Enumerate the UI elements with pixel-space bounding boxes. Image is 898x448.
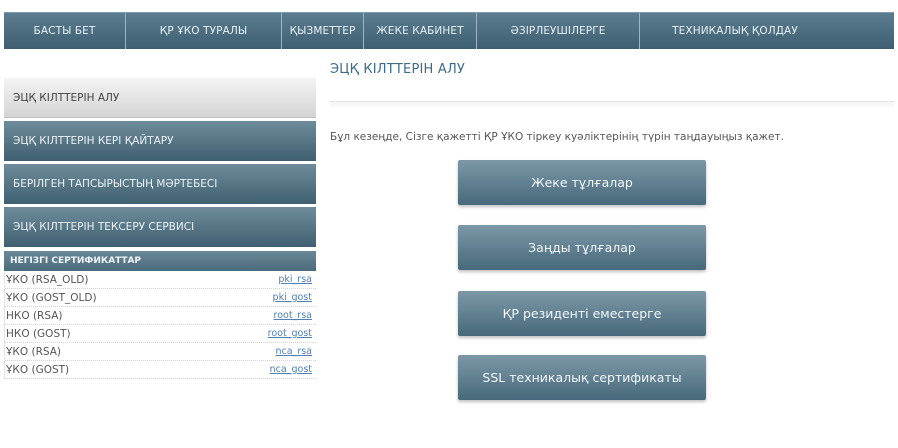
nav-item-services[interactable]: Қызметтер — [282, 13, 364, 49]
certificate-link[interactable]: root_gost — [268, 328, 312, 339]
instruction-text: Бұл кезеңде, Сізге қажетті ҚР ҰКО тіркеу… — [330, 131, 784, 143]
sidebar: ЭЦҚ кілттерін алу ЭЦҚ кілттерін кері қай… — [4, 78, 316, 379]
nav-item-developers[interactable]: Әзірлеушілерге — [477, 13, 640, 49]
certificate-row: ҰКО (RSA_OLD) pki_rsa — [5, 271, 316, 289]
sidebar-item-revoke-keys[interactable]: ЭЦҚ кілттерін кері қайтару — [4, 121, 316, 161]
certificate-link[interactable]: pki_rsa — [278, 274, 312, 285]
legal-entities-button[interactable]: Заңды тұлғалар — [458, 225, 706, 270]
certificate-link[interactable]: pki_gost — [273, 292, 312, 303]
certificate-row: НКО (RSA) root_rsa — [5, 307, 316, 325]
sidebar-item-check-keys-service[interactable]: ЭЦҚ кілттерін тексеру сервисі — [4, 207, 316, 247]
certificate-row: ҰКО (GOST_OLD) pki_gost — [5, 289, 316, 307]
ssl-certificate-button[interactable]: SSL техникалық сертификаты — [458, 355, 706, 400]
certificates-list: ҰКО (RSA_OLD) pki_rsa ҰКО (GOST_OLD) pki… — [4, 271, 316, 379]
certificate-name: ҰКО (GOST) — [6, 363, 70, 376]
sidebar-item-request-status[interactable]: Берілген тапсырыстың мәртебесі — [4, 164, 316, 204]
certificate-row: ҰКО (RSA) nca_rsa — [5, 343, 316, 361]
certificate-row: НКО (GOST) root_gost — [5, 325, 316, 343]
certificate-name: НКО (GOST) — [6, 327, 71, 340]
nav-item-about[interactable]: ҚР ҰКО туралы — [126, 13, 282, 49]
title-divider — [330, 101, 894, 109]
nav-item-tech-support[interactable]: Техникалық қолдау — [640, 13, 830, 49]
individuals-button[interactable]: Жеке тұлғалар — [458, 160, 706, 205]
nav-item-home[interactable]: Басты бет — [4, 13, 126, 49]
non-residents-button[interactable]: ҚР резиденті еместерге — [458, 291, 706, 336]
sidebar-item-get-keys[interactable]: ЭЦҚ кілттерін алу — [4, 78, 316, 118]
page-title: ЭЦҚ кілттерін алу — [330, 62, 466, 77]
nav-item-personal-cabinet[interactable]: Жеке кабинет — [364, 13, 477, 49]
certificate-name: ҰКО (RSA_OLD) — [6, 273, 89, 286]
certificates-header: Негізгі сертификаттар — [4, 251, 316, 271]
certificate-name: НКО (RSA) — [6, 309, 63, 322]
certificate-name: ҰКО (RSA) — [6, 345, 62, 358]
main-content: ЭЦҚ кілттерін алу Бұл кезеңде, Сізге қаж… — [330, 62, 894, 143]
certificate-row: ҰКО (GOST) nca_gost — [5, 361, 316, 379]
certificate-name: ҰКО (GOST_OLD) — [6, 291, 97, 304]
certificate-link[interactable]: root_rsa — [274, 310, 312, 321]
certificate-link[interactable]: nca_gost — [270, 364, 312, 375]
certificate-link[interactable]: nca_rsa — [276, 346, 313, 357]
top-navigation: Басты бет ҚР ҰКО туралы Қызметтер Жеке к… — [4, 12, 894, 49]
